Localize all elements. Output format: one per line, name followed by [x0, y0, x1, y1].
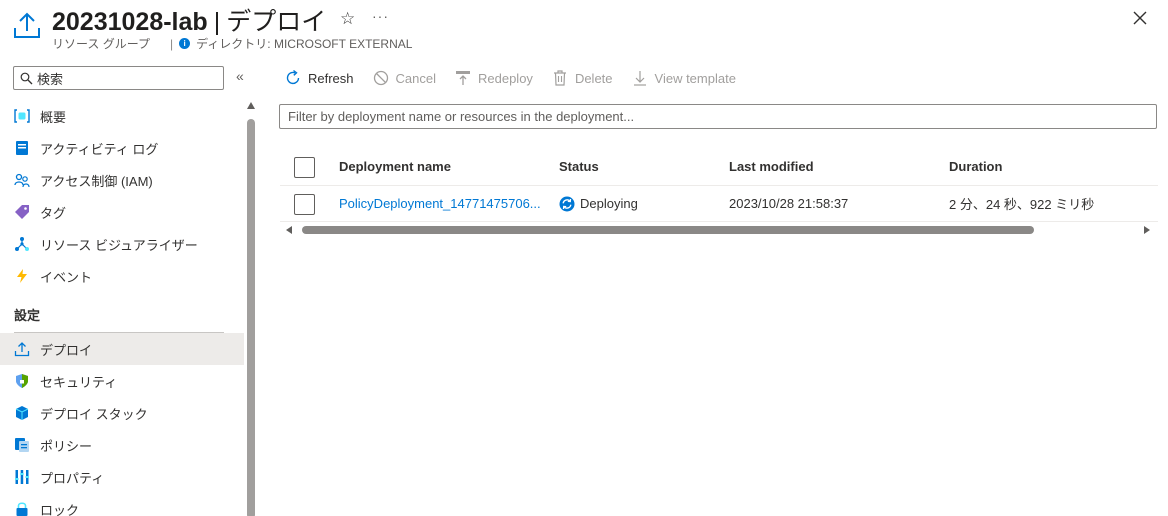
- sidebar-item-label: ロック: [40, 502, 80, 516]
- directory-label: ディレクトリ: MICROSOFT EXTERNAL: [196, 37, 413, 51]
- sidebar-item-resource-visualizer[interactable]: リソース ビジュアライザー: [0, 228, 244, 260]
- more-options-icon[interactable]: ···: [372, 8, 389, 24]
- page-name: デプロイ: [226, 8, 327, 36]
- cancel-button[interactable]: Cancel: [372, 69, 436, 87]
- download-icon: [631, 69, 649, 87]
- deployment-status: Deploying: [559, 186, 638, 221]
- sidebar-item-iam[interactable]: アクセス制御 (IAM): [0, 164, 244, 196]
- view-template-button[interactable]: View template: [631, 69, 736, 87]
- column-header-last-modified[interactable]: Last modified: [729, 148, 814, 185]
- refresh-label: Refresh: [308, 70, 354, 86]
- column-header-status[interactable]: Status: [559, 148, 599, 185]
- deploying-status-icon: [559, 196, 575, 211]
- favorite-star-icon[interactable]: ☆: [340, 9, 355, 29]
- column-header-name[interactable]: Deployment name: [339, 148, 451, 185]
- table-row: PolicyDeployment_14771475706... Deployin…: [280, 186, 1158, 222]
- sidebar-nav: 概要 アクティビティ ログ アクセス制御 (IAM) タグ リソース ビジュアラ…: [0, 100, 244, 516]
- sidebar-item-deployment-stacks[interactable]: デプロイ スタック: [0, 397, 244, 429]
- table-horizontal-scrollbar[interactable]: [280, 223, 1154, 237]
- deployments-table: Deployment name Status Last modified Dur…: [280, 148, 1158, 222]
- sidebar-item-activity-log[interactable]: アクティビティ ログ: [0, 132, 244, 164]
- activity-log-icon: [14, 140, 30, 156]
- collapse-sidebar-button[interactable]: «: [236, 68, 244, 84]
- sidebar-item-overview[interactable]: 概要: [0, 100, 244, 132]
- resource-type: リソース グループ: [52, 37, 151, 51]
- resource-name: 20231028-lab: [52, 8, 208, 36]
- redeploy-label: Redeploy: [478, 70, 533, 86]
- refresh-icon: [284, 69, 302, 87]
- sidebar-item-label: アクティビティ ログ: [40, 141, 159, 157]
- properties-icon: [14, 469, 30, 485]
- page-title: 20231028-lab | デプロイ: [52, 2, 326, 38]
- scrollbar-thumb[interactable]: [302, 226, 1034, 234]
- sidebar-item-label: イベント: [40, 269, 93, 285]
- lock-icon: [14, 501, 30, 516]
- deployment-last-modified: 2023/10/28 21:58:37: [729, 196, 849, 211]
- sidebar-item-label: タグ: [40, 205, 67, 221]
- scroll-right-arrow-icon[interactable]: [1144, 226, 1150, 234]
- sidebar-item-label: プロパティ: [40, 470, 105, 486]
- delete-button[interactable]: Delete: [551, 69, 613, 87]
- subtitle-divider: |: [170, 36, 174, 51]
- sidebar-item-locks[interactable]: ロック: [0, 493, 244, 516]
- trash-icon: [551, 69, 569, 87]
- info-icon: i: [179, 38, 191, 49]
- search-placeholder: 検索: [37, 71, 64, 87]
- deployment-duration: 2 分、24 秒、922 ミリ秒: [949, 197, 1095, 212]
- sidebar-item-events[interactable]: イベント: [0, 260, 244, 292]
- sidebar-search-input[interactable]: 検索: [13, 66, 224, 90]
- select-all-checkbox[interactable]: [294, 156, 315, 178]
- scroll-left-arrow-icon[interactable]: [286, 226, 292, 234]
- scrollbar-thumb[interactable]: [247, 119, 255, 516]
- view-template-label: View template: [654, 70, 736, 86]
- sidebar-scrollbar[interactable]: [246, 102, 256, 516]
- search-icon: [20, 72, 33, 84]
- redeploy-icon: [454, 69, 472, 87]
- deployment-filter-input[interactable]: [279, 104, 1157, 129]
- shield-icon: [14, 373, 30, 389]
- sidebar-item-label: 概要: [40, 109, 67, 125]
- redeploy-button[interactable]: Redeploy: [454, 69, 533, 87]
- lightning-icon: [14, 268, 30, 284]
- table-header-row: Deployment name Status Last modified Dur…: [280, 148, 1158, 186]
- policy-icon: [14, 437, 30, 453]
- row-checkbox[interactable]: [294, 193, 315, 215]
- cancel-label: Cancel: [395, 70, 436, 86]
- upload-icon: [14, 12, 40, 38]
- sidebar-item-tags[interactable]: タグ: [0, 196, 244, 228]
- delete-label: Delete: [574, 70, 613, 86]
- upload-icon: [14, 341, 30, 357]
- sidebar-item-label: ポリシー: [40, 438, 93, 454]
- sidebar-item-label: アクセス制御 (IAM): [40, 173, 153, 189]
- stack-icon: [14, 405, 30, 421]
- deployment-name-link[interactable]: PolicyDeployment_14771475706...: [339, 186, 541, 221]
- command-bar: Refresh Cancel Redeploy Delete View temp…: [284, 67, 754, 89]
- refresh-button[interactable]: Refresh: [284, 69, 354, 87]
- settings-section-heading: 設定: [14, 308, 41, 323]
- sidebar-item-policies[interactable]: ポリシー: [0, 429, 244, 461]
- title-separator: |: [213, 8, 221, 36]
- scroll-up-arrow-icon[interactable]: [247, 102, 255, 109]
- sidebar-item-deployments[interactable]: デプロイ: [0, 333, 244, 365]
- visualizer-icon: [14, 236, 30, 252]
- close-icon[interactable]: [1130, 8, 1150, 28]
- sidebar-item-properties[interactable]: プロパティ: [0, 461, 244, 493]
- cancel-icon: [372, 69, 390, 87]
- sidebar-item-label: デプロイ スタック: [40, 406, 148, 422]
- sidebar-item-label: リソース ビジュアライザー: [40, 237, 198, 253]
- tag-icon: [14, 204, 30, 220]
- sidebar-item-security[interactable]: セキュリティ: [0, 365, 244, 397]
- resource-group-icon: [14, 108, 30, 124]
- sidebar-item-label: デプロイ: [40, 342, 93, 358]
- people-icon: [14, 172, 30, 188]
- column-header-duration[interactable]: Duration: [949, 148, 1002, 185]
- deployment-status-text: Deploying: [580, 196, 638, 211]
- sidebar: 検索 « 概要 アクティビティ ログ アクセス制御 (IAM) タグ リソース …: [0, 60, 258, 516]
- sidebar-item-label: セキュリティ: [40, 374, 118, 390]
- page-subtitle: リソース グループ | i ディレクトリ: MICROSOFT EXTERNAL: [52, 35, 412, 52]
